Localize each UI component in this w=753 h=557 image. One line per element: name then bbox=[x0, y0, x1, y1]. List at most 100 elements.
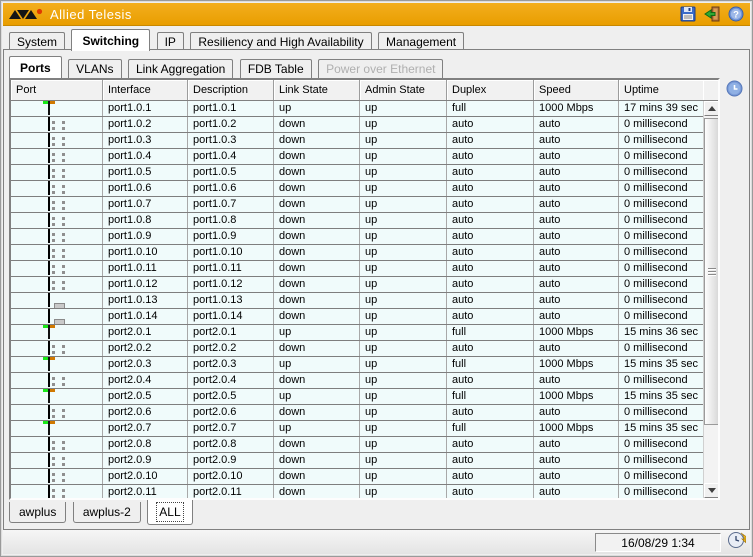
admin-state-cell: up bbox=[360, 197, 447, 212]
stack-tab-awplus[interactable]: awplus bbox=[9, 502, 66, 523]
table-row[interactable]: port2.0.6 port2.0.6 down up auto auto 0 … bbox=[11, 405, 703, 421]
interface-cell: port2.0.9 bbox=[103, 453, 188, 468]
column-header-speed[interactable]: Speed bbox=[534, 80, 619, 100]
speed-cell: 1000 Mbps bbox=[534, 421, 619, 436]
refresh-timer-button[interactable] bbox=[726, 80, 743, 97]
duplex-cell: auto bbox=[447, 229, 534, 244]
interface-cell: port1.0.1 bbox=[103, 101, 188, 116]
table-row[interactable]: port1.0.2 port1.0.2 down up auto auto 0 … bbox=[11, 117, 703, 133]
table-row[interactable]: port2.0.3 port2.0.3 up up full 1000 Mbps… bbox=[11, 357, 703, 373]
port-cell bbox=[11, 197, 103, 212]
speed-cell: auto bbox=[534, 485, 619, 498]
table-row[interactable]: port1.0.1 port1.0.1 up up full 1000 Mbps… bbox=[11, 101, 703, 117]
link-state-cell: down bbox=[274, 245, 360, 260]
table-row[interactable]: port2.0.2 port2.0.2 down up auto auto 0 … bbox=[11, 341, 703, 357]
port-status-icon bbox=[48, 165, 50, 179]
table-row[interactable]: port1.0.14 port1.0.14 down up auto auto … bbox=[11, 309, 703, 325]
link-state-cell: up bbox=[274, 389, 360, 404]
port-cell bbox=[11, 181, 103, 196]
table-row[interactable]: port1.0.11 port1.0.11 down up auto auto … bbox=[11, 261, 703, 277]
table-row[interactable]: port1.0.13 port1.0.13 down up auto auto … bbox=[11, 293, 703, 309]
table-row[interactable]: port2.0.4 port2.0.4 down up auto auto 0 … bbox=[11, 373, 703, 389]
uptime-cell: 0 millisecond bbox=[619, 229, 703, 244]
duplex-cell: full bbox=[447, 421, 534, 436]
help-icon[interactable]: ? bbox=[727, 6, 744, 23]
interface-cell: port1.0.14 bbox=[103, 309, 188, 324]
uptime-cell: 0 millisecond bbox=[619, 213, 703, 228]
column-header-link-state[interactable]: Link State bbox=[274, 80, 360, 100]
uptime-cell: 0 millisecond bbox=[619, 277, 703, 292]
scroll-up-button[interactable] bbox=[704, 101, 718, 116]
speed-cell: auto bbox=[534, 117, 619, 132]
port-status-icon bbox=[48, 469, 50, 483]
stack-tab-awplus-2[interactable]: awplus-2 bbox=[73, 502, 141, 523]
table-row[interactable]: port2.0.7 port2.0.7 up up full 1000 Mbps… bbox=[11, 421, 703, 437]
table-header-row: Port Interface Description Link State Ad… bbox=[11, 80, 718, 101]
svg-text:?: ? bbox=[733, 10, 739, 21]
uptime-cell: 0 millisecond bbox=[619, 437, 703, 452]
table-row[interactable]: port2.0.5 port2.0.5 up up full 1000 Mbps… bbox=[11, 389, 703, 405]
table-row[interactable]: port2.0.11 port2.0.11 down up auto auto … bbox=[11, 485, 703, 498]
port-cell bbox=[11, 277, 103, 292]
scrollbar-thumb[interactable] bbox=[704, 118, 718, 425]
tab-ports[interactable]: Ports bbox=[9, 56, 62, 78]
column-header-port[interactable]: Port bbox=[11, 80, 103, 100]
table-row[interactable]: port1.0.3 port1.0.3 down up auto auto 0 … bbox=[11, 133, 703, 149]
uptime-cell: 0 millisecond bbox=[619, 245, 703, 260]
column-header-description[interactable]: Description bbox=[188, 80, 274, 100]
column-header-admin-state[interactable]: Admin State bbox=[360, 80, 447, 100]
table-row[interactable]: port1.0.6 port1.0.6 down up auto auto 0 … bbox=[11, 181, 703, 197]
tab-link-aggregation[interactable]: Link Aggregation bbox=[128, 59, 233, 78]
uptime-cell: 0 millisecond bbox=[619, 485, 703, 498]
table-row[interactable]: port1.0.8 port1.0.8 down up auto auto 0 … bbox=[11, 213, 703, 229]
app-title: Allied Telesis bbox=[50, 7, 132, 22]
link-state-cell: up bbox=[274, 101, 360, 116]
tab-switching[interactable]: Switching bbox=[71, 29, 150, 51]
logout-icon[interactable] bbox=[703, 6, 720, 23]
table-row[interactable]: port1.0.12 port1.0.12 down up auto auto … bbox=[11, 277, 703, 293]
table-row[interactable]: port2.0.1 port2.0.1 up up full 1000 Mbps… bbox=[11, 325, 703, 341]
save-icon[interactable] bbox=[679, 6, 696, 23]
link-state-cell: down bbox=[274, 261, 360, 276]
port-status-icon bbox=[48, 341, 50, 355]
uptime-cell: 0 millisecond bbox=[619, 469, 703, 484]
column-header-uptime[interactable]: Uptime bbox=[619, 80, 703, 100]
interface-cell: port1.0.4 bbox=[103, 149, 188, 164]
switching-panel: Ports VLANs Link Aggregation FDB Table P… bbox=[3, 49, 750, 530]
table-row[interactable]: port1.0.9 port1.0.9 down up auto auto 0 … bbox=[11, 229, 703, 245]
scroll-down-button[interactable] bbox=[704, 483, 718, 498]
duplex-cell: auto bbox=[447, 453, 534, 468]
uptime-cell: 15 mins 35 sec bbox=[619, 421, 703, 436]
column-header-interface[interactable]: Interface bbox=[103, 80, 188, 100]
stack-tab-all[interactable]: ALL bbox=[147, 500, 192, 525]
interface-cell: port1.0.11 bbox=[103, 261, 188, 276]
link-state-cell: down bbox=[274, 437, 360, 452]
link-state-cell: down bbox=[274, 373, 360, 388]
uptime-cell: 0 millisecond bbox=[619, 453, 703, 468]
uptime-cell: 0 millisecond bbox=[619, 117, 703, 132]
duplex-cell: auto bbox=[447, 341, 534, 356]
table-scrollbar[interactable] bbox=[703, 101, 718, 498]
table-row[interactable]: port1.0.7 port1.0.7 down up auto auto 0 … bbox=[11, 197, 703, 213]
tab-fdb-table[interactable]: FDB Table bbox=[240, 59, 312, 78]
table-row[interactable]: port2.0.8 port2.0.8 down up auto auto 0 … bbox=[11, 437, 703, 453]
description-cell: port1.0.2 bbox=[188, 117, 274, 132]
table-row[interactable]: port1.0.10 port1.0.10 down up auto auto … bbox=[11, 245, 703, 261]
table-row[interactable]: port1.0.5 port1.0.5 down up auto auto 0 … bbox=[11, 165, 703, 181]
table-row[interactable]: port1.0.4 port1.0.4 down up auto auto 0 … bbox=[11, 149, 703, 165]
table-row[interactable]: port2.0.9 port2.0.9 down up auto auto 0 … bbox=[11, 453, 703, 469]
port-cell bbox=[11, 341, 103, 356]
description-cell: port1.0.13 bbox=[188, 293, 274, 308]
column-header-duplex[interactable]: Duplex bbox=[447, 80, 534, 100]
uptime-cell: 0 millisecond bbox=[619, 373, 703, 388]
table-row[interactable]: port2.0.10 port2.0.10 down up auto auto … bbox=[11, 469, 703, 485]
tab-vlans[interactable]: VLANs bbox=[68, 59, 121, 78]
interface-cell: port2.0.4 bbox=[103, 373, 188, 388]
link-state-cell: down bbox=[274, 149, 360, 164]
speed-cell: 1000 Mbps bbox=[534, 101, 619, 116]
interface-cell: port2.0.11 bbox=[103, 485, 188, 498]
stack-tab-bar: awplus awplus-2 ALL bbox=[9, 502, 195, 528]
table-body: port1.0.1 port1.0.1 up up full 1000 Mbps… bbox=[11, 101, 703, 498]
duplex-cell: auto bbox=[447, 373, 534, 388]
refresh-clock-icon[interactable] bbox=[727, 530, 746, 554]
